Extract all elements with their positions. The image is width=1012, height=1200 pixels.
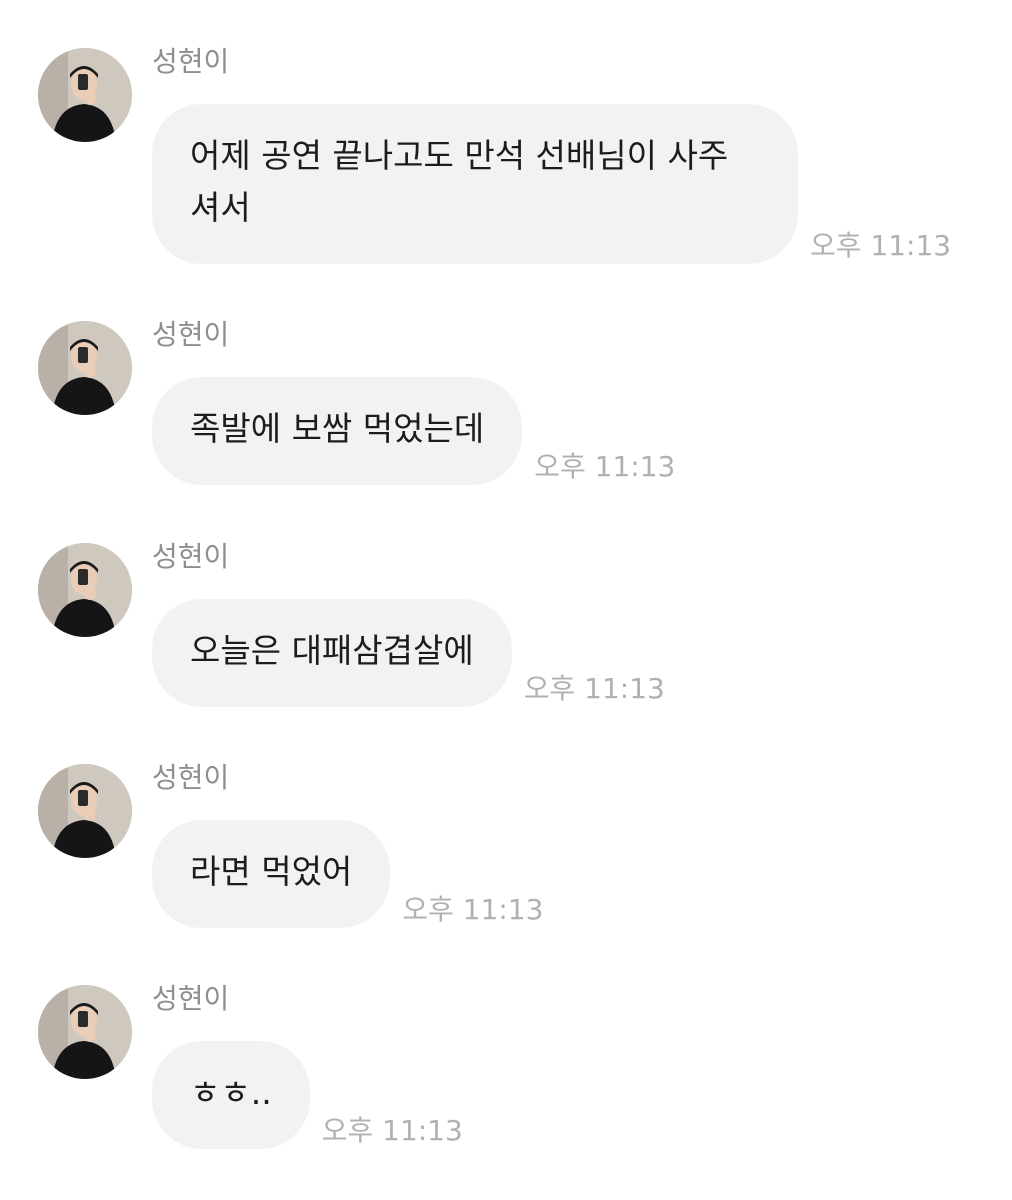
message-row: 족발에 보쌈 먹었는데 오후 11:13 [152,377,675,485]
sender-name: 성현이 [152,761,230,794]
sender-name: 성현이 [152,982,230,1015]
message-time: 오후 11:13 [534,450,676,483]
message-time: 오후 11:13 [523,672,665,705]
avatar[interactable] [38,543,132,637]
message-bubble[interactable]: 족발에 보쌈 먹었는데 [152,377,523,485]
profile-photo-icon [38,48,132,142]
chat-thread: 성현이 어제 공연 끝나고도 만석 선배님이 사주 셔서 오후 11:13 성현… [0,0,1012,1200]
avatar[interactable] [38,764,132,858]
message-time: 오후 11:13 [810,229,952,262]
message-bubble[interactable]: ㅎㅎ.. [152,1041,310,1149]
message-row: 라면 먹었어 오후 11:13 [152,820,543,928]
avatar[interactable] [38,985,132,1079]
message-row: 오늘은 대패삼겹살에 오후 11:13 [152,599,665,707]
profile-photo-icon [38,321,132,415]
message-time: 오후 11:13 [402,893,544,926]
avatar[interactable] [38,321,132,415]
avatar[interactable] [38,48,132,142]
sender-name: 성현이 [152,318,230,351]
message-bubble[interactable]: 라면 먹었어 [152,820,391,928]
profile-photo-icon [38,764,132,858]
message-time: 오후 11:13 [321,1114,463,1147]
message-bubble[interactable]: 어제 공연 끝나고도 만석 선배님이 사주 셔서 [152,104,798,264]
sender-name: 성현이 [152,45,230,78]
message-row: 어제 공연 끝나고도 만석 선배님이 사주 셔서 오후 11:13 [152,104,951,264]
sender-name: 성현이 [152,540,230,573]
profile-photo-icon [38,985,132,1079]
message-bubble[interactable]: 오늘은 대패삼겹살에 [152,599,512,707]
profile-photo-icon [38,543,132,637]
message-row: ㅎㅎ.. 오후 11:13 [152,1041,463,1149]
